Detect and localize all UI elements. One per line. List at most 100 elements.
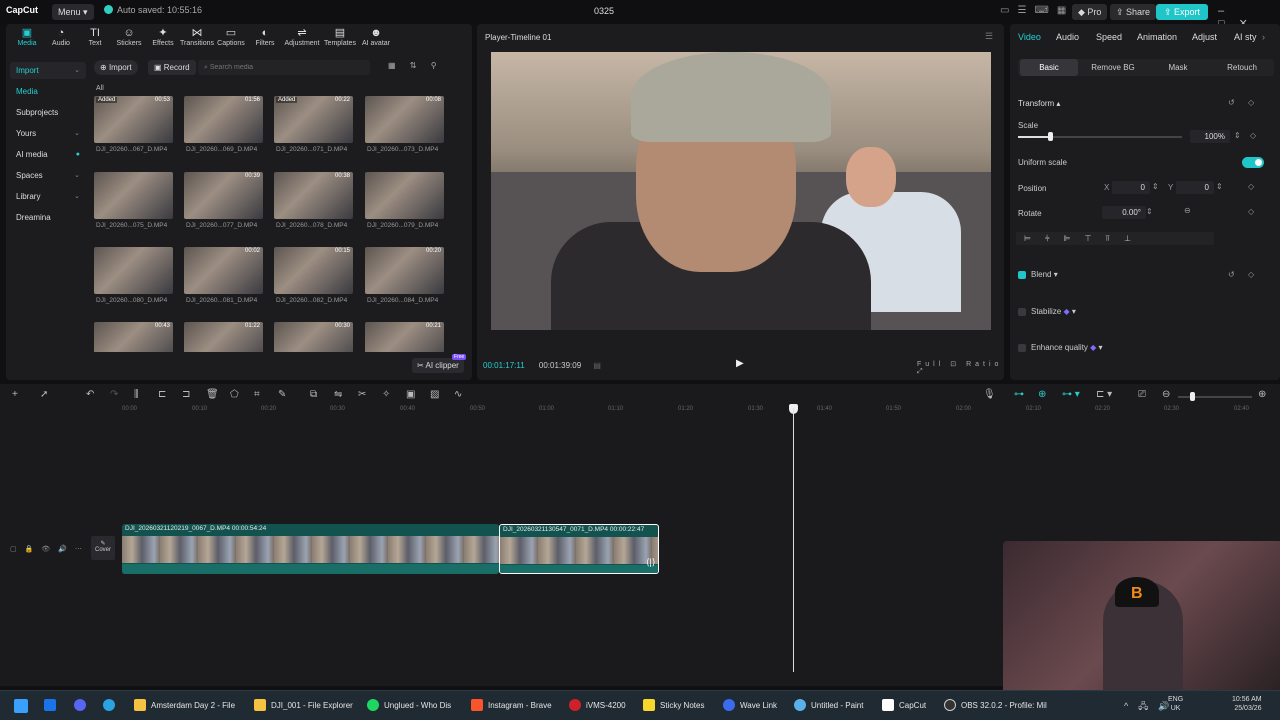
split-icon[interactable]: ⫼ xyxy=(134,389,139,400)
preview-axis-icon[interactable]: ⊏ ▾ xyxy=(1096,389,1112,400)
media-thumb[interactable]: Added 00:22 DJI_20260...071_D.MP4 xyxy=(274,96,353,154)
add-track-icon[interactable]: + xyxy=(12,389,18,400)
taskbar-item[interactable]: DJI_001 - File Explorer xyxy=(254,699,353,711)
enhance-checkbox[interactable] xyxy=(1018,344,1026,352)
keyframe-icon[interactable]: ◇ xyxy=(1248,207,1254,216)
tab-speed[interactable]: Speed xyxy=(1096,32,1122,42)
sidebar-item-ai-media[interactable]: AI media ● xyxy=(10,146,86,163)
keyframe-icon[interactable]: ◇ xyxy=(1248,270,1254,279)
tab-filters[interactable]: ◐ Filters xyxy=(248,26,282,52)
sidebar-item-spaces[interactable]: Spaces ⌄ xyxy=(10,167,86,184)
tab-ai-avatar[interactable]: ☻ AI avatar xyxy=(358,26,394,52)
zoom-out-icon[interactable]: ⊖ xyxy=(1162,389,1170,400)
mask-icon[interactable]: ⬠ xyxy=(230,389,239,400)
blend-checkbox[interactable] xyxy=(1018,271,1026,279)
tab-video[interactable]: Video xyxy=(1018,32,1041,42)
snap-icon[interactable]: ⊶ ▾ xyxy=(1062,389,1080,400)
rotate-value[interactable]: 0.00° xyxy=(1102,206,1146,219)
cover-button[interactable]: ✎ Cover xyxy=(91,536,115,560)
subtab-mask[interactable]: Mask xyxy=(1148,59,1208,76)
media-thumb[interactable]: 00:15 DJI_20260...082_D.MP4 xyxy=(274,247,353,305)
reset-icon[interactable]: ↺ xyxy=(1228,270,1235,279)
audio-wave-icon[interactable]: ∿ xyxy=(454,389,462,400)
media-thumb[interactable]: 00:08 DJI_20260...073_D.MP4 xyxy=(365,96,444,154)
zoom-in-icon[interactable]: ⊕ xyxy=(1258,389,1266,400)
taskbar-item[interactable]: Amsterdam Day 2 - File xyxy=(134,699,235,711)
taskbar-item[interactable]: Sticky Notes xyxy=(643,699,704,711)
tab-templates[interactable]: ▤ Templates xyxy=(322,26,358,52)
taskbar-item[interactable]: Unglued - Who Dis xyxy=(367,699,451,711)
stabilize-checkbox[interactable] xyxy=(1018,308,1026,316)
keyframe-icon[interactable]: ◇ xyxy=(1248,98,1254,107)
pos-x-value[interactable]: 0 xyxy=(1112,181,1150,194)
split-right-icon[interactable]: ⊐ xyxy=(182,389,190,400)
delete-icon[interactable]: 🗑 xyxy=(206,389,219,400)
record-button[interactable]: ▣ Record xyxy=(148,60,196,75)
media-thumb[interactable]: Added 00:53 DJI_20260...067_D.MP4 xyxy=(94,96,173,154)
timeline-ruler[interactable]: 00:00 00:10 00:20 00:30 00:40 00:50 01:0… xyxy=(118,406,1280,418)
project-title[interactable]: 0325 xyxy=(594,6,614,16)
ratio-button[interactable]: Ratio xyxy=(966,361,1002,368)
scale-slider-knob[interactable] xyxy=(1048,132,1053,141)
share-button[interactable]: ⇪ Share xyxy=(1110,4,1157,20)
taskbar-item[interactable]: Wave Link xyxy=(723,699,777,711)
timeline-clip[interactable]: DJI_20260321120219_0067_D.MP4 00:00:54:2… xyxy=(122,524,499,574)
view-options-icons[interactable]: ▦ ⇅ ⚲ xyxy=(388,61,443,70)
magnet-icon[interactable]: ⊕ xyxy=(1038,389,1046,400)
subtab-basic[interactable]: Basic xyxy=(1020,59,1078,76)
tab-media[interactable]: ▣ Media xyxy=(10,26,44,52)
full-button[interactable]: Full xyxy=(917,361,944,368)
menu-button[interactable]: Menu ▾ xyxy=(52,4,94,20)
select-tool-icon[interactable]: ➚ xyxy=(40,389,48,400)
stepper-icon[interactable]: ⇕ xyxy=(1146,207,1153,216)
timecode-format-icon[interactable]: ▤ xyxy=(593,361,601,370)
sidebar-item-subprojects[interactable]: Subprojects xyxy=(10,104,86,121)
sidebar-item-media[interactable]: Media xyxy=(10,83,86,100)
reset-icon[interactable]: ↺ xyxy=(1228,98,1235,107)
tab-audio[interactable]: ◔ Audio xyxy=(44,26,78,52)
link-icon[interactable]: ⊶ xyxy=(1014,389,1024,400)
blend-heading[interactable]: Blend ▾ xyxy=(1031,270,1058,279)
chevron-right-icon[interactable]: › xyxy=(1262,32,1265,42)
media-thumb[interactable]: DJI_20260...079_D.MP4 xyxy=(365,172,444,230)
tab-animation[interactable]: Animation xyxy=(1137,32,1177,42)
tab-ai-style[interactable]: AI sty xyxy=(1234,32,1257,42)
export-button[interactable]: ⇪ Export xyxy=(1156,4,1209,20)
pro-button[interactable]: ◆ Pro xyxy=(1072,4,1108,20)
scale-value[interactable]: 100% xyxy=(1190,130,1230,143)
media-thumb[interactable]: 00:21 xyxy=(365,322,444,352)
player-menu-icon[interactable]: ☰ xyxy=(985,31,993,42)
language-indicator[interactable]: ENG UK xyxy=(1168,695,1183,713)
keyframe-icon[interactable]: ◇ xyxy=(1248,182,1254,191)
transform-heading[interactable]: Transform ▴ xyxy=(1018,99,1060,108)
discord-icon[interactable] xyxy=(74,699,91,711)
ai-clipper-button[interactable]: ✂ AI clipper xyxy=(412,358,464,373)
subtab-retouch[interactable]: Retouch xyxy=(1212,59,1272,76)
tab-adjust[interactable]: Adjust xyxy=(1192,32,1217,42)
fullscreen-icon[interactable]: ⤢ xyxy=(917,368,927,375)
tab-effects[interactable]: ✦ Effects xyxy=(146,26,180,52)
undo-icon[interactable]: ↶ xyxy=(86,389,94,400)
trim-cursor-icon[interactable]: ⟨|⟩ xyxy=(646,557,655,568)
windows-start-icon[interactable] xyxy=(14,699,28,713)
media-thumb[interactable]: 01:56 DJI_20260...069_D.MP4 xyxy=(184,96,263,154)
sidebar-item-library[interactable]: Library ⌄ xyxy=(10,188,86,205)
rotate-dial-icon[interactable]: ⊖ xyxy=(1184,206,1191,215)
taskbar-item[interactable]: Untitled - Paint xyxy=(794,699,863,711)
subtab-remove-bg[interactable]: Remove BG xyxy=(1082,59,1144,76)
media-thumb[interactable]: 00:02 DJI_20260...081_D.MP4 xyxy=(184,247,263,305)
media-thumb[interactable]: DJI_20260...075_D.MP4 xyxy=(94,172,173,230)
tab-text[interactable]: TI Text xyxy=(78,26,112,52)
taskbar-item[interactable]: Instagram - Brave xyxy=(471,699,552,711)
tab-captions[interactable]: ▭ Captions xyxy=(214,26,248,52)
transform-icon[interactable]: ▣ xyxy=(406,389,415,400)
crop-icon[interactable]: ⌗ xyxy=(254,389,260,400)
ai-edit-icon[interactable]: ✎ xyxy=(278,389,286,400)
stepper-icon[interactable]: ⇕ xyxy=(1234,131,1241,140)
picture-icon[interactable]: ▨ xyxy=(430,389,439,400)
tab-transitions[interactable]: ⋈ Transitions xyxy=(180,26,214,52)
taskbar-item-active[interactable]: CapCut xyxy=(882,699,926,711)
sidebar-item-import[interactable]: Import ⌄ xyxy=(10,62,86,79)
split-left-icon[interactable]: ⊏ xyxy=(158,389,166,400)
outlook-icon[interactable] xyxy=(44,699,61,711)
